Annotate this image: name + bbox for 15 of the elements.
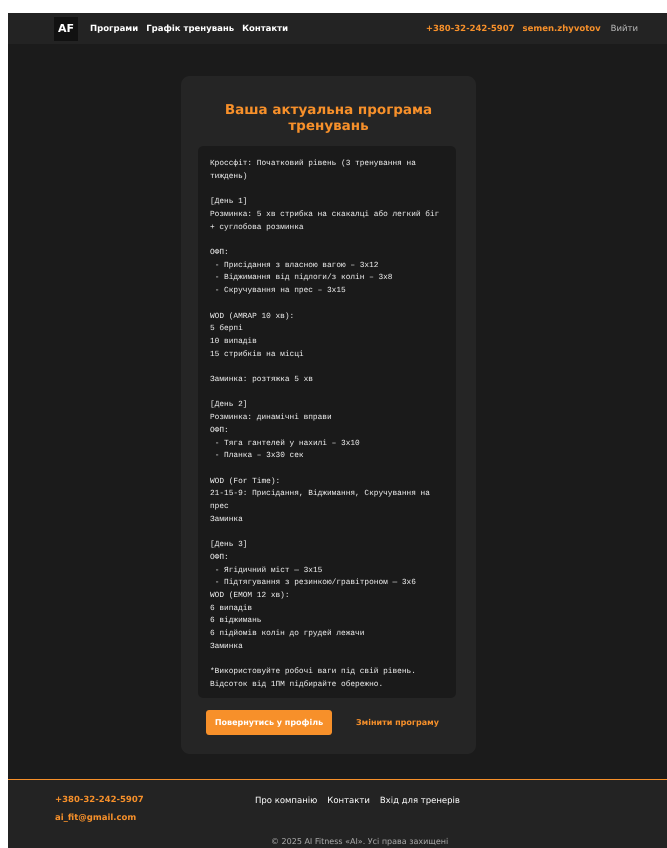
footer-link[interactable]: Вхід для тренерів xyxy=(380,796,460,823)
nav-link[interactable]: Графік тренувань xyxy=(146,24,234,34)
nav-link[interactable]: Програми xyxy=(90,24,138,34)
nav-link[interactable]: Контакти xyxy=(242,24,288,34)
change-program-link[interactable]: Змінити програму xyxy=(356,718,439,727)
username-link[interactable]: semen.zhyvotov xyxy=(522,24,601,34)
footer-email[interactable]: ai_fit@gmail.com xyxy=(55,812,255,823)
logout-link[interactable]: Вийти xyxy=(610,24,638,34)
logo[interactable]: AF xyxy=(54,16,78,41)
footer-phone[interactable]: +380-32-242-5907 xyxy=(55,794,255,805)
footer-link[interactable]: Контакти xyxy=(327,796,370,823)
card-title: Ваша актуальна програма тренувань xyxy=(224,102,434,134)
phone-link[interactable]: +380-32-242-5907 xyxy=(426,24,515,34)
footer-link[interactable]: Про компанію xyxy=(255,796,318,823)
copyright-text: © 2025 AI Fitness «AI». Усі права захищені xyxy=(271,836,450,846)
